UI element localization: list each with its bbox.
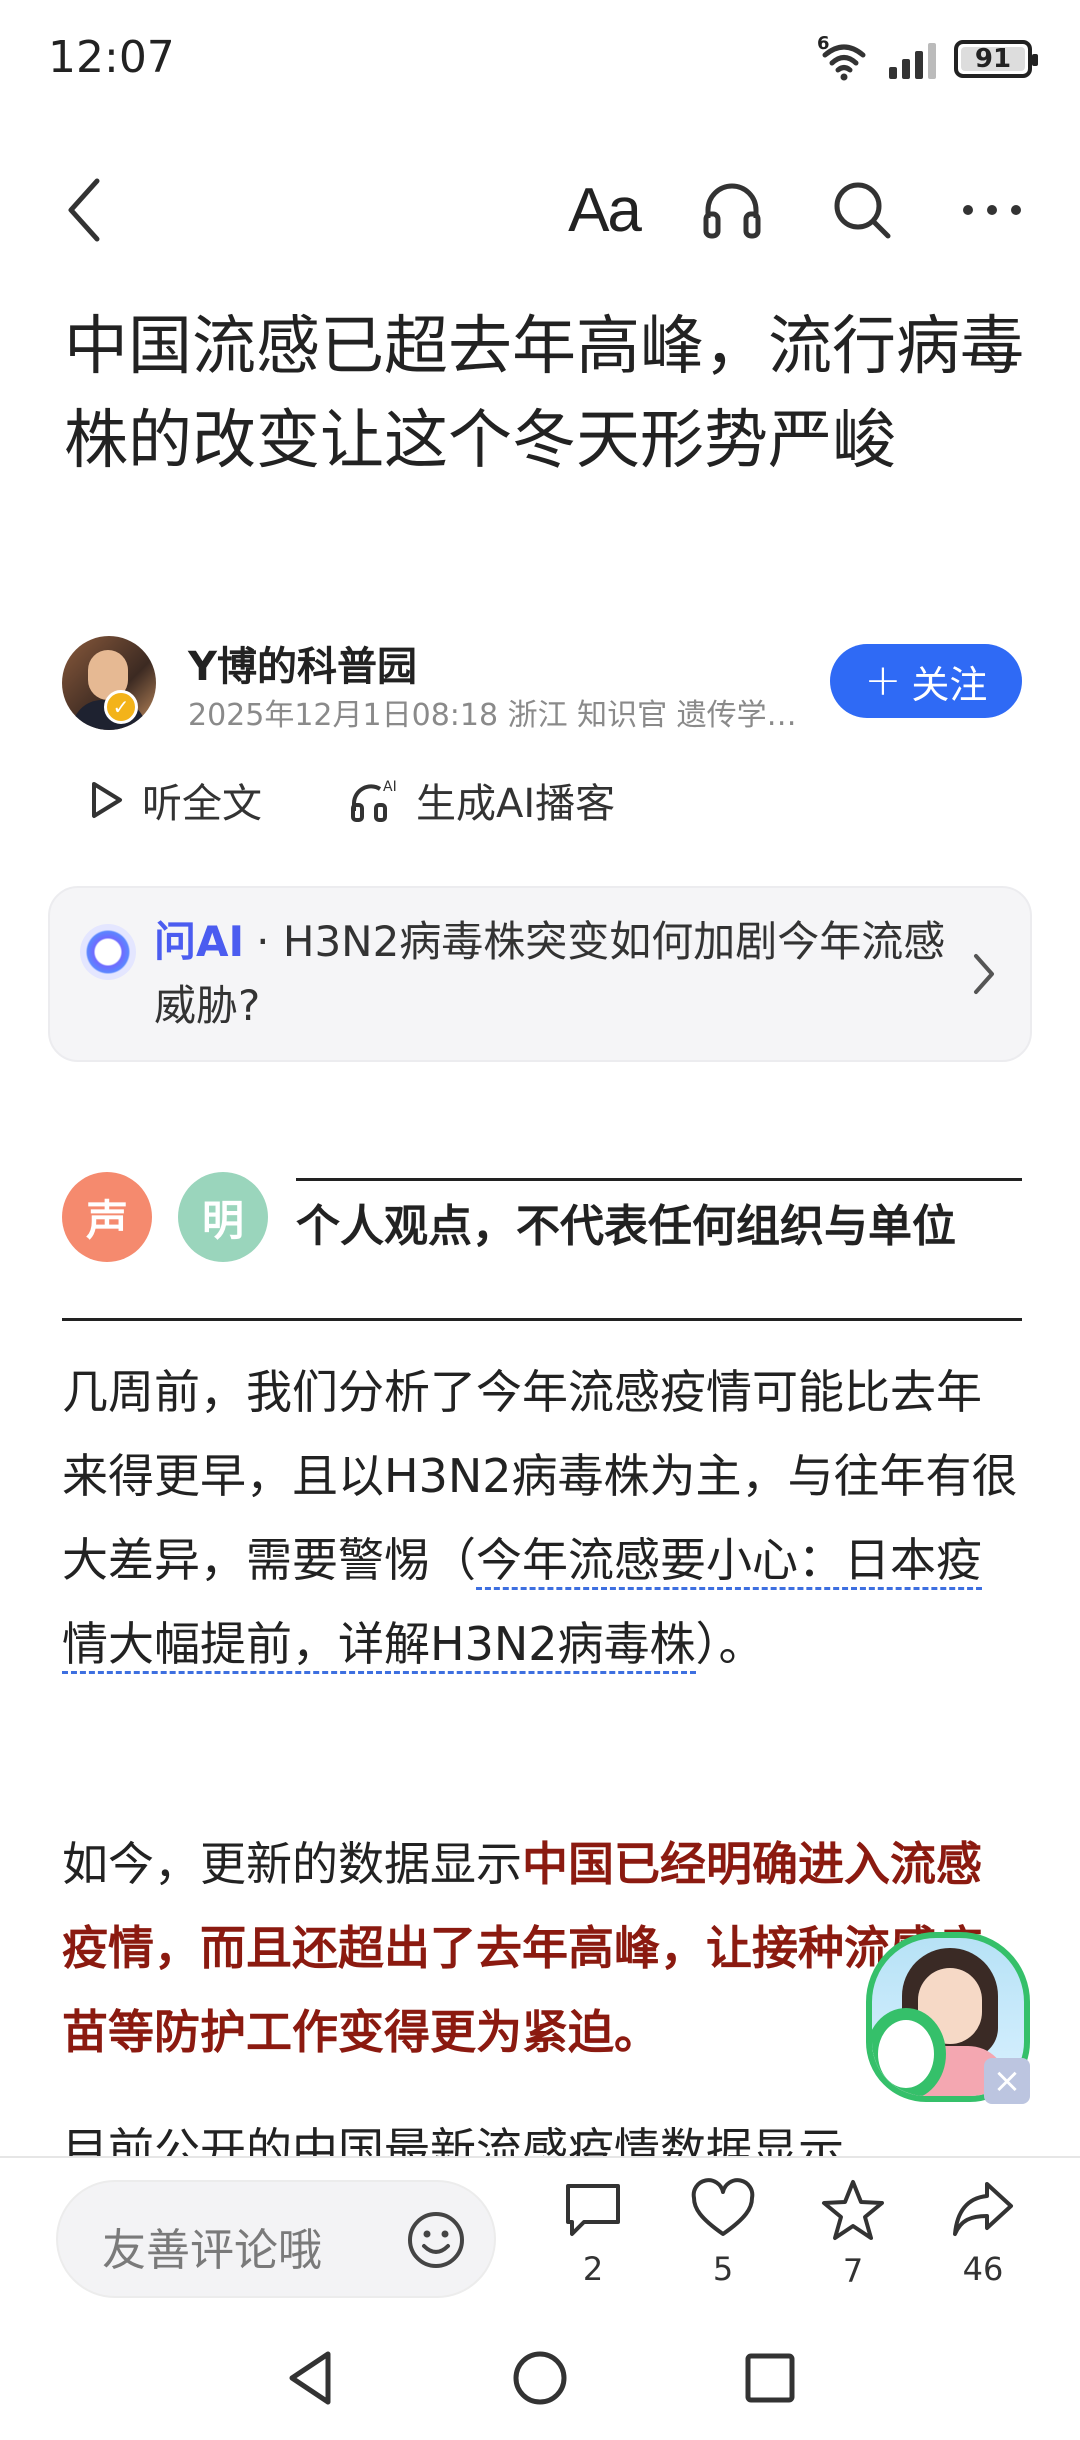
back-arrow-icon[interactable] <box>44 170 124 250</box>
comment-button[interactable]: 2 <box>548 2178 638 2288</box>
nav-back-icon[interactable] <box>282 2348 338 2408</box>
like-button[interactable]: 5 <box>678 2178 768 2288</box>
more-icon[interactable] <box>952 170 1032 250</box>
author-row: Y博的科普园 2025年12月1日08:18 浙江 知识官 遗传学博士，科普作家… <box>62 630 1022 740</box>
favorite-button[interactable]: 7 <box>808 2178 898 2290</box>
article-toolbar: Aa <box>0 140 1080 260</box>
font-size-button[interactable]: Aa <box>564 170 644 250</box>
likes-count: 5 <box>712 2250 734 2288</box>
author-meta: 2025年12月1日08:18 浙江 知识官 遗传学博士，科普作家 <box>188 698 808 733</box>
declaration-char-2: 明 <box>178 1172 268 1262</box>
bottom-action-bar: 友善评论哦 2 5 7 46 <box>0 2156 1080 2306</box>
shares-count: 46 <box>962 2250 1004 2288</box>
cell-signal-icon <box>889 39 936 79</box>
svg-text:AI: AI <box>383 779 397 795</box>
close-icon[interactable]: × <box>984 2058 1030 2104</box>
podcast-label: 生成AI播客 <box>416 781 616 827</box>
ask-ai-question: H3N2病毒株突变如何加剧今年流感威胁? <box>154 917 946 1030</box>
status-time: 12:07 <box>48 32 175 83</box>
paragraph-1-tail: ）。 <box>695 1617 765 1671</box>
verified-badge-icon: ✓ <box>104 690 138 724</box>
battery-level: 91 <box>974 44 1012 74</box>
declaration-char-1: 声 <box>62 1172 152 1262</box>
share-button[interactable]: 46 <box>938 2178 1028 2288</box>
system-nav-bar <box>0 2320 1080 2440</box>
article-page: 12:07 6 91 Aa 中国流感已超去年高峰，流行病毒株的改变让这个冬天形势… <box>0 0 1080 2440</box>
follow-button[interactable]: + 关注 <box>830 644 1022 718</box>
ai-podcast-button[interactable]: AI 生成AI播客 <box>350 770 615 830</box>
favorites-count: 7 <box>842 2252 864 2290</box>
star-icon <box>822 2180 884 2240</box>
ask-ai-card[interactable]: 问AI · H3N2病毒株突变如何加剧今年流感威胁? <box>48 886 1032 1062</box>
emoji-icon[interactable] <box>406 2210 466 2270</box>
follow-label: 关注 <box>911 662 988 707</box>
paragraph-1: 几周前，我们分析了今年流感疫情可能比去年来得更早，且以H3N2病毒株为主，与往年… <box>62 1350 1022 1686</box>
comments-count: 2 <box>582 2250 604 2288</box>
nav-recents-icon[interactable] <box>742 2348 798 2408</box>
share-icon <box>953 2182 1013 2236</box>
status-icons: 6 91 <box>817 33 1038 84</box>
divider <box>62 1318 1022 1321</box>
paragraph-2-text: 如今，更新的数据显示 <box>62 1837 522 1891</box>
ai-headphones-icon: AI <box>351 779 397 822</box>
divider <box>296 1178 1022 1181</box>
listen-full-button[interactable]: 听全文 <box>88 770 262 830</box>
ask-ai-text: 问AI · H3N2病毒株突变如何加剧今年流感威胁? <box>154 910 954 1038</box>
font-size-label: Aa <box>568 175 642 245</box>
plus-icon: + <box>864 655 902 706</box>
article-title: 中国流感已超去年高峰，流行病毒株的改变让这个冬天形势严峻 <box>64 310 1024 478</box>
play-icon <box>92 782 122 818</box>
ask-ai-separator: · <box>256 917 270 966</box>
chevron-right-icon <box>974 954 994 994</box>
heart-icon <box>691 2178 755 2236</box>
headphones-icon[interactable] <box>692 170 772 250</box>
declaration-text: 个人观点，不代表任何组织与单位 <box>296 1201 956 1252</box>
nav-home-icon[interactable] <box>510 2348 570 2408</box>
ask-ai-brand: 问AI <box>154 917 245 966</box>
search-icon[interactable] <box>822 170 902 250</box>
author-name[interactable]: Y博的科普园 <box>188 634 417 692</box>
ai-logo-icon <box>80 924 136 980</box>
wifi-icon: 6 <box>817 33 871 81</box>
comment-placeholder: 友善评论哦 <box>102 2225 322 2276</box>
battery-icon: 91 <box>954 40 1038 78</box>
comment-icon <box>566 2184 620 2236</box>
status-bar: 12:07 6 91 <box>0 0 1080 120</box>
listen-label: 听全文 <box>142 781 262 827</box>
declaration: 声 明 个人观点，不代表任何组织与单位 <box>62 1168 1022 1264</box>
network-type-label: 6 <box>817 33 830 54</box>
comment-input[interactable]: 友善评论哦 <box>56 2180 496 2298</box>
